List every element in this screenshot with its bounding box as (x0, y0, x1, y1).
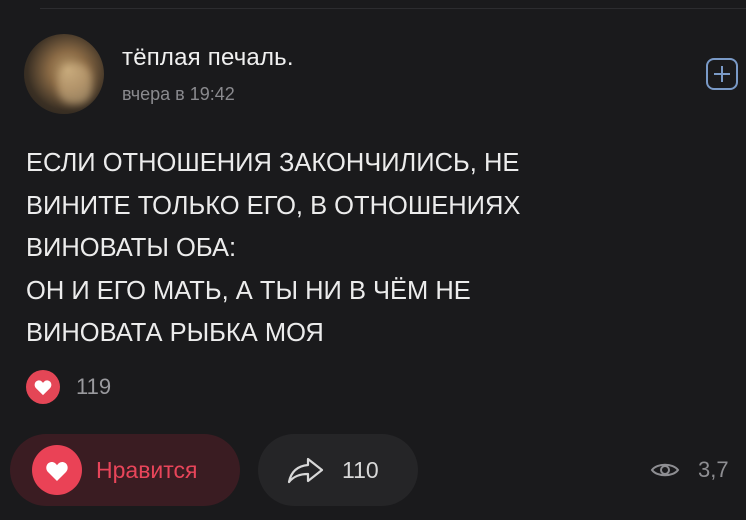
likes-count: 119 (76, 374, 112, 399)
eye-icon (650, 463, 680, 477)
add-button[interactable] (706, 58, 738, 90)
likes-summary[interactable]: 119 (26, 370, 111, 404)
top-divider (40, 8, 746, 9)
author-name[interactable]: тёплая печаль. (122, 44, 294, 72)
heart-icon (32, 445, 82, 495)
heart-icon (26, 370, 60, 404)
share-arrow-icon (287, 457, 324, 484)
views-count: 3,7 (698, 457, 729, 482)
like-button-label: Нравится (96, 456, 198, 483)
views-counter: 3,7 (650, 455, 729, 485)
post-text: ЕСЛИ ОТНОШЕНИЯ ЗАКОНЧИЛИСЬ, НЕ ВИНИТЕ ТО… (26, 149, 521, 347)
post-timestamp: вчера в 19:42 (122, 84, 235, 104)
share-button[interactable]: 110 (258, 434, 418, 506)
share-count: 110 (342, 456, 379, 483)
avatar[interactable] (24, 34, 104, 114)
avatar-image (58, 64, 92, 104)
like-button[interactable]: Нравится (10, 434, 240, 506)
plus-square-icon-stem (721, 66, 723, 82)
